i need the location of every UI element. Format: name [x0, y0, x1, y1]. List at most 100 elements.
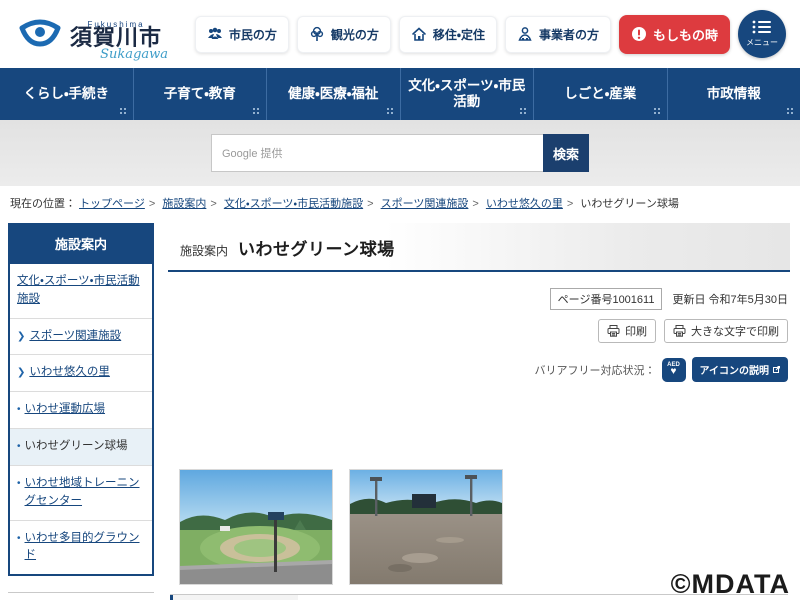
breadcrumb: 現在の位置： トップページ> 施設案内> 文化・スポーツ・市民活動施設> スポー…	[0, 186, 800, 217]
content: 施設案内 文化・スポーツ・市民活動施設 ❯ スポーツ関連施設 ❯ いわせ悠久の里…	[0, 217, 800, 600]
nav-label: 市政情報	[707, 86, 761, 102]
sidebar-item-sports-kanren[interactable]: ❯ スポーツ関連施設	[10, 319, 152, 356]
citizens-button[interactable]: 市民の方	[195, 16, 289, 53]
business-icon	[517, 26, 533, 42]
breadcrumb-link-shisetsu[interactable]: 施設案内	[162, 198, 206, 210]
print-label: 印刷	[625, 323, 647, 339]
breadcrumb-separator: >	[567, 198, 573, 210]
tourism-label: 観光の方	[331, 26, 379, 43]
nav-bunka-sports[interactable]: 文化・スポーツ・市民活動	[401, 68, 535, 120]
grip-dots-icon	[119, 107, 128, 116]
sidebar-item-label: いわせ悠久の里	[29, 364, 110, 382]
global-nav: くらし・手続き 子育て・教育 健康・医療・福祉 文化・スポーツ・市民活動 しごと…	[0, 68, 800, 120]
facility-photo-overview	[180, 470, 332, 584]
sidebar-header: 施設案内	[8, 223, 154, 264]
bullet-icon: •	[17, 476, 21, 512]
bullet-icon: •	[17, 439, 21, 457]
tourism-icon	[309, 26, 325, 42]
business-button[interactable]: 事業者の方	[505, 16, 611, 53]
alert-icon	[631, 26, 647, 42]
nav-label: 子育て・教育	[164, 86, 236, 102]
icon-help-label: アイコンの説明	[700, 362, 770, 377]
aed-icon[interactable]: AED ♥	[662, 358, 686, 382]
relocation-label: 移住・定住	[433, 26, 485, 43]
nav-kosodate[interactable]: 子育て・教育	[134, 68, 268, 120]
sidebar-item-label: 文化・スポーツ・市民活動施設	[17, 273, 145, 309]
heart-hands-icon: ♥	[671, 367, 677, 377]
sidebar-item-label: いわせグリーン球場	[25, 438, 128, 456]
site-logo[interactable]: Fukushima 須賀川市 Sukagawa	[18, 14, 162, 54]
nav-shisei[interactable]: 市政情報	[668, 68, 800, 120]
grip-dots-icon	[519, 107, 528, 116]
sidebar: 施設案内 文化・スポーツ・市民活動施設 ❯ スポーツ関連施設 ❯ いわせ悠久の里…	[8, 223, 154, 600]
menu-button[interactable]: メニュー	[738, 10, 786, 58]
chevron-right-icon: ❯	[17, 365, 25, 383]
breadcrumb-link-sports[interactable]: スポーツ関連施設	[381, 198, 469, 210]
brand-text: Fukushima 須賀川市 Sukagawa	[70, 19, 162, 49]
breadcrumb-current: いわせグリーン球場	[580, 198, 678, 210]
sidebar-item-training-center[interactable]: • いわせ地域トレーニングセンター	[10, 466, 152, 521]
page-number: ページ番号1001611	[550, 288, 663, 310]
external-link-icon	[773, 366, 780, 373]
grip-dots-icon	[252, 107, 261, 116]
page-title: いわせグリーン球場	[238, 235, 395, 260]
site-header: Fukushima 須賀川市 Sukagawa 市民の方 観光の方 移住・定住 …	[0, 0, 800, 68]
print-button[interactable]: 印刷	[598, 319, 656, 343]
nav-label: くらし・手続き	[23, 86, 109, 102]
breadcrumb-link-bunka[interactable]: 文化・スポーツ・市民活動施設	[224, 198, 363, 210]
nav-label: しごと・産業	[564, 86, 636, 102]
search-input[interactable]	[211, 134, 543, 172]
search-band: 検索	[0, 120, 800, 186]
page-titlebar: 施設案内 いわせグリーン球場	[168, 223, 790, 272]
menu-icon	[752, 20, 772, 34]
citizens-icon	[207, 26, 223, 42]
sidebar-item-bunka-shisetsu[interactable]: 文化・スポーツ・市民活動施設	[10, 264, 152, 319]
nav-label: 文化・スポーツ・市民活動	[405, 78, 530, 110]
sidebar-item-label: いわせ多目的グラウンド	[25, 530, 145, 566]
page: Fukushima 須賀川市 Sukagawa 市民の方 観光の方 移住・定住 …	[0, 0, 800, 600]
nav-shigoto[interactable]: しごと・産業	[534, 68, 668, 120]
icon-help-button[interactable]: アイコンの説明	[692, 357, 789, 382]
print-row: 印刷 大きな文字で印刷	[170, 319, 788, 343]
facility-photo-ground	[350, 470, 502, 584]
menu-label: メニュー	[746, 37, 778, 48]
facility-photos	[180, 470, 790, 584]
sidebar-item-yukyu-no-sato[interactable]: ❯ いわせ悠久の里	[10, 355, 152, 392]
sidebar-item-undo-hiroba[interactable]: • いわせ運動広場	[10, 392, 152, 429]
sidebar-menu: 文化・スポーツ・市民活動施設 ❯ スポーツ関連施設 ❯ いわせ悠久の里 • いわ…	[8, 264, 154, 576]
updated-date: 更新日 令和7年5月30日	[672, 291, 788, 307]
sidebar-item-tamokuteki-ground[interactable]: • いわせ多目的グラウンド	[10, 521, 152, 575]
grip-dots-icon	[786, 107, 795, 116]
bullet-icon: •	[17, 402, 21, 420]
city-emblem-icon	[18, 14, 62, 54]
chevron-right-icon: ❯	[17, 329, 25, 347]
sidebar-item-label: いわせ運動広場	[25, 401, 106, 419]
watermark: ©MDATA	[671, 569, 790, 600]
print-large-label: 大きな文字で印刷	[691, 323, 779, 339]
business-label: 事業者の方	[539, 26, 599, 43]
barrier-free-row: バリアフリー対応状況： AED ♥ アイコンの説明	[170, 357, 788, 382]
breadcrumb-link-top[interactable]: トップページ	[79, 198, 145, 210]
page-category: 施設案内	[180, 242, 228, 259]
sidebar-item-green-kyujo[interactable]: • いわせグリーン球場	[10, 429, 152, 466]
sidebar-item-label: スポーツ関連施設	[29, 328, 121, 346]
grip-dots-icon	[386, 107, 395, 116]
nav-kenko[interactable]: 健康・医療・福祉	[267, 68, 401, 120]
grip-dots-icon	[653, 107, 662, 116]
printer-icon	[607, 325, 620, 337]
brand-prefecture: Fukushima	[70, 21, 162, 29]
page-meta: ページ番号1001611 更新日 令和7年5月30日	[170, 288, 788, 310]
print-large-button[interactable]: 大きな文字で印刷	[664, 319, 788, 343]
header-actions: 市民の方 観光の方 移住・定住 事業者の方 もしもの時 メニュー	[195, 10, 786, 58]
relocation-icon	[411, 26, 427, 42]
sidebar-item-label: いわせ地域トレーニングセンター	[25, 475, 145, 511]
nav-label: 健康・医療・福祉	[288, 86, 378, 102]
nav-kurashi[interactable]: くらし・手続き	[0, 68, 134, 120]
breadcrumb-link-yukyu[interactable]: いわせ悠久の里	[486, 198, 563, 210]
overview-label: 概要	[170, 595, 298, 600]
emergency-button[interactable]: もしもの時	[619, 15, 730, 54]
search-button[interactable]: 検索	[543, 134, 589, 172]
tourism-button[interactable]: 観光の方	[297, 16, 391, 53]
relocation-button[interactable]: 移住・定住	[399, 16, 497, 53]
emergency-label: もしもの時	[653, 25, 718, 44]
